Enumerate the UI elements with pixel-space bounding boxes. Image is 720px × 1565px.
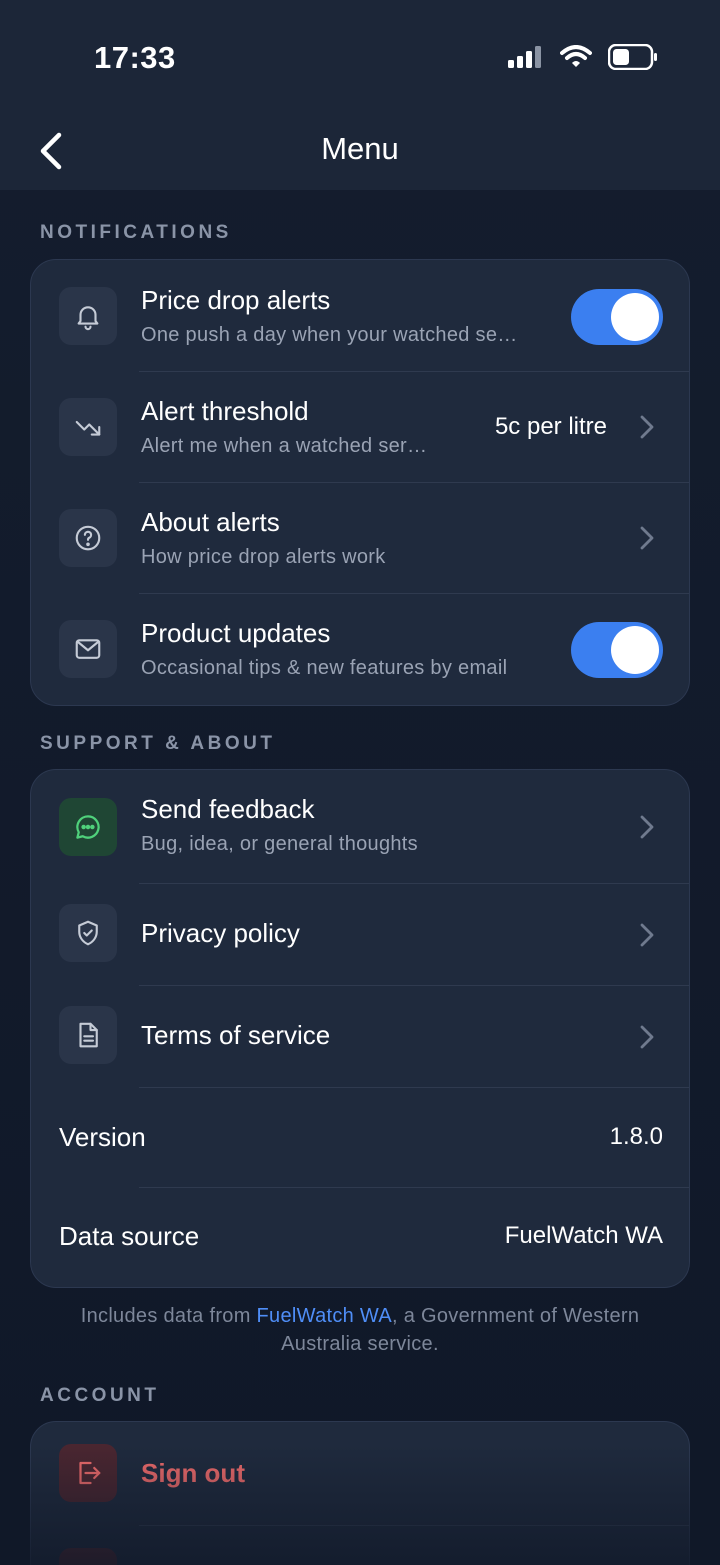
chevron-right-icon (637, 1022, 657, 1052)
row-subtitle: How price drop alerts work (141, 546, 386, 568)
row-version: Version 1.8.0 (31, 1088, 689, 1188)
trending-down-icon (59, 398, 117, 456)
row-price-drop-alerts[interactable]: Price drop alerts One push a day when yo… (31, 260, 689, 372)
chevron-right-icon (637, 412, 657, 442)
row-sign-out[interactable]: Sign out (31, 1422, 689, 1526)
status-icons (508, 43, 658, 75)
row-alert-threshold[interactable]: Alert threshold Alert me when a watched … (31, 372, 689, 483)
sign-out-label: Sign out (141, 1458, 245, 1488)
row-privacy-policy[interactable]: Privacy policy (31, 884, 689, 986)
row-title: Terms of service (141, 1020, 331, 1050)
document-icon (59, 1006, 117, 1064)
page-title: Menu (321, 131, 399, 166)
row-title: About alerts (141, 507, 280, 537)
row-data-source: Data source FuelWatch WA (31, 1188, 689, 1287)
section-label-support: SUPPORT & ABOUT (40, 733, 276, 754)
wifi-icon (560, 45, 592, 74)
menu-screen: 17:33 Menu NOTIFICATIONS Price drop aler… (0, 0, 720, 1565)
row-title: Alert threshold (141, 396, 309, 426)
chevron-right-icon (637, 812, 657, 842)
row-title: Product updates (141, 618, 331, 648)
section-label-notifications: NOTIFICATIONS (40, 222, 232, 243)
row-terms-of-service[interactable]: Terms of service (31, 986, 689, 1088)
header: 17:33 Menu (0, 0, 720, 190)
delete-icon (59, 1548, 117, 1565)
row-title: Price drop alerts (141, 285, 331, 315)
product-updates-toggle[interactable] (571, 622, 663, 678)
row-subtitle: Bug, idea, or general thoughts (141, 833, 418, 855)
attribution-prefix: Includes data from (80, 1305, 257, 1327)
fuelwatch-link[interactable]: FuelWatch WA (257, 1305, 392, 1327)
row-subtitle: Occasional tips & new features by email (141, 657, 508, 679)
row-product-updates[interactable]: Product updates Occasional tips & new fe… (31, 594, 689, 705)
row-send-feedback[interactable]: Send feedback Bug, idea, or general thou… (31, 770, 689, 884)
row-subtitle: One push a day when your watched se… (141, 324, 518, 346)
shield-check-icon (59, 904, 117, 962)
data-source-label: Data source (59, 1221, 200, 1251)
row-title: Privacy policy (141, 918, 300, 948)
row-next-account-action[interactable] (31, 1526, 689, 1565)
battery-icon (607, 43, 658, 75)
version-label: Version (59, 1122, 146, 1152)
sign-out-icon (59, 1444, 117, 1502)
support-card: Send feedback Bug, idea, or general thou… (30, 769, 690, 1288)
chat-bubble-icon (59, 798, 117, 856)
chevron-right-icon (637, 523, 657, 553)
account-card: Sign out (30, 1421, 690, 1565)
cellular-signal-icon (508, 46, 544, 73)
row-subtitle: Alert me when a watched ser… (141, 435, 428, 457)
section-label-account: ACCOUNT (40, 1385, 160, 1406)
data-attribution: Includes data from FuelWatch WA, a Gover… (40, 1302, 680, 1358)
status-time: 17:33 (94, 40, 176, 75)
row-title: Send feedback (141, 794, 315, 824)
toggle-knob (611, 293, 659, 341)
data-source-value: FuelWatch WA (504, 1222, 663, 1249)
version-value: 1.8.0 (609, 1123, 663, 1150)
row-about-alerts[interactable]: About alerts How price drop alerts work (31, 483, 689, 594)
toggle-knob (611, 626, 659, 674)
bell-icon (59, 287, 117, 345)
price-drop-alerts-toggle[interactable] (571, 289, 663, 345)
chevron-right-icon (637, 920, 657, 950)
help-circle-icon (59, 509, 117, 567)
alert-threshold-value: 5c per litre (494, 413, 607, 440)
mail-icon (59, 620, 117, 678)
notifications-card: Price drop alerts One push a day when yo… (30, 259, 690, 706)
